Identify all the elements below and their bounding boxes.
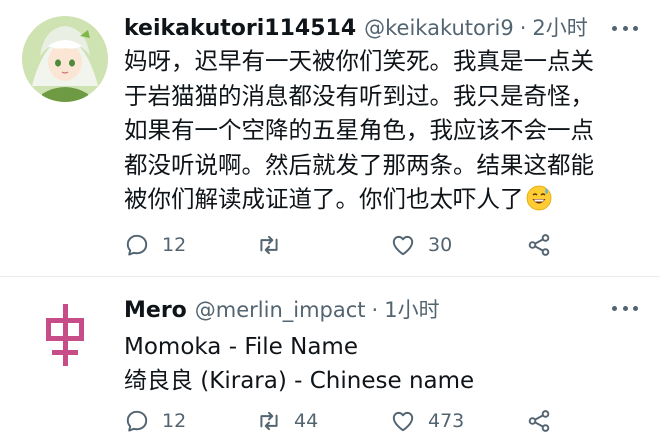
timestamp[interactable]: 2小时 [532,12,587,42]
tweet-text-line: 绮良良 (Kirara) - Chinese name [124,368,475,394]
tweet[interactable]: keikakutori114514 @keikakutori9 · 2小时 妈呀… [0,0,660,276]
share-icon [528,410,550,432]
tweet-header: Mero @merlin_impact · 1小时 [124,294,640,324]
timestamp[interactable]: 1小时 [384,294,439,324]
like-icon [392,411,414,432]
like-count: 30 [428,234,453,256]
reply-button[interactable]: 12 [124,230,186,260]
reply-count: 12 [162,234,187,256]
retweet-button[interactable] [256,230,294,260]
retweet-icon [260,235,278,255]
tweet-header: keikakutori114514 @keikakutori9 · 2小时 [124,12,640,42]
tweet-actions: 12 44 473 [124,406,564,436]
grinning-sweat-emoji-icon [526,185,552,211]
tweet-text: 妈呀，迟早有一天被你们笑死。我真是一点关 于岩猫猫的消息都没有听到过。我只是奇怪… [124,44,634,217]
tweet-text: Momoka - File Name 绮良良 (Kirara) - Chines… [124,330,634,398]
avatar[interactable] [22,16,108,102]
handle[interactable]: @keikakutori9 [364,16,514,40]
separator: · [371,298,379,322]
like-button[interactable]: 473 [390,406,464,436]
handle[interactable]: @merlin_impact [195,298,366,322]
retweet-icon [260,411,278,431]
avatar[interactable] [22,290,108,376]
like-count: 473 [428,410,465,432]
like-button[interactable]: 30 [390,230,452,260]
reply-icon [126,234,148,256]
reply-icon [126,410,148,432]
tweet-text-line: 都没听说啊。然后就发了那两条。结果这都能 [124,150,594,179]
separator: · [519,16,527,40]
tweet-text-line: 被你们解读成证道了。你们也太吓人了 [124,182,634,217]
tweet-text-line: 妈呀，迟早有一天被你们笑死。我真是一点关 [124,47,594,75]
share-icon [528,234,550,256]
retweet-button[interactable]: 44 [256,406,318,436]
tweet-actions: 12 30 [124,230,564,260]
share-button[interactable] [526,406,552,436]
more-icon[interactable] [612,304,638,312]
reply-count: 12 [162,410,187,432]
tweet-text-line: 于岩猫猫的消息都没有听到过。我只是奇怪， [124,81,594,110]
display-name[interactable]: Mero [124,298,187,323]
tweet-text-line: Momoka - File Name [124,334,358,360]
tweet[interactable]: Mero @merlin_impact · 1小时 Momoka - File … [0,276,660,446]
display-name[interactable]: keikakutori114514 [124,16,356,41]
more-icon[interactable] [612,24,638,32]
retweet-count: 44 [294,410,319,432]
like-icon [392,235,414,256]
reply-button[interactable]: 12 [124,406,186,436]
tweet-text-line: 如果有一个空降的五星角色，我应该不会一点 [124,116,594,144]
share-button[interactable] [526,230,552,260]
